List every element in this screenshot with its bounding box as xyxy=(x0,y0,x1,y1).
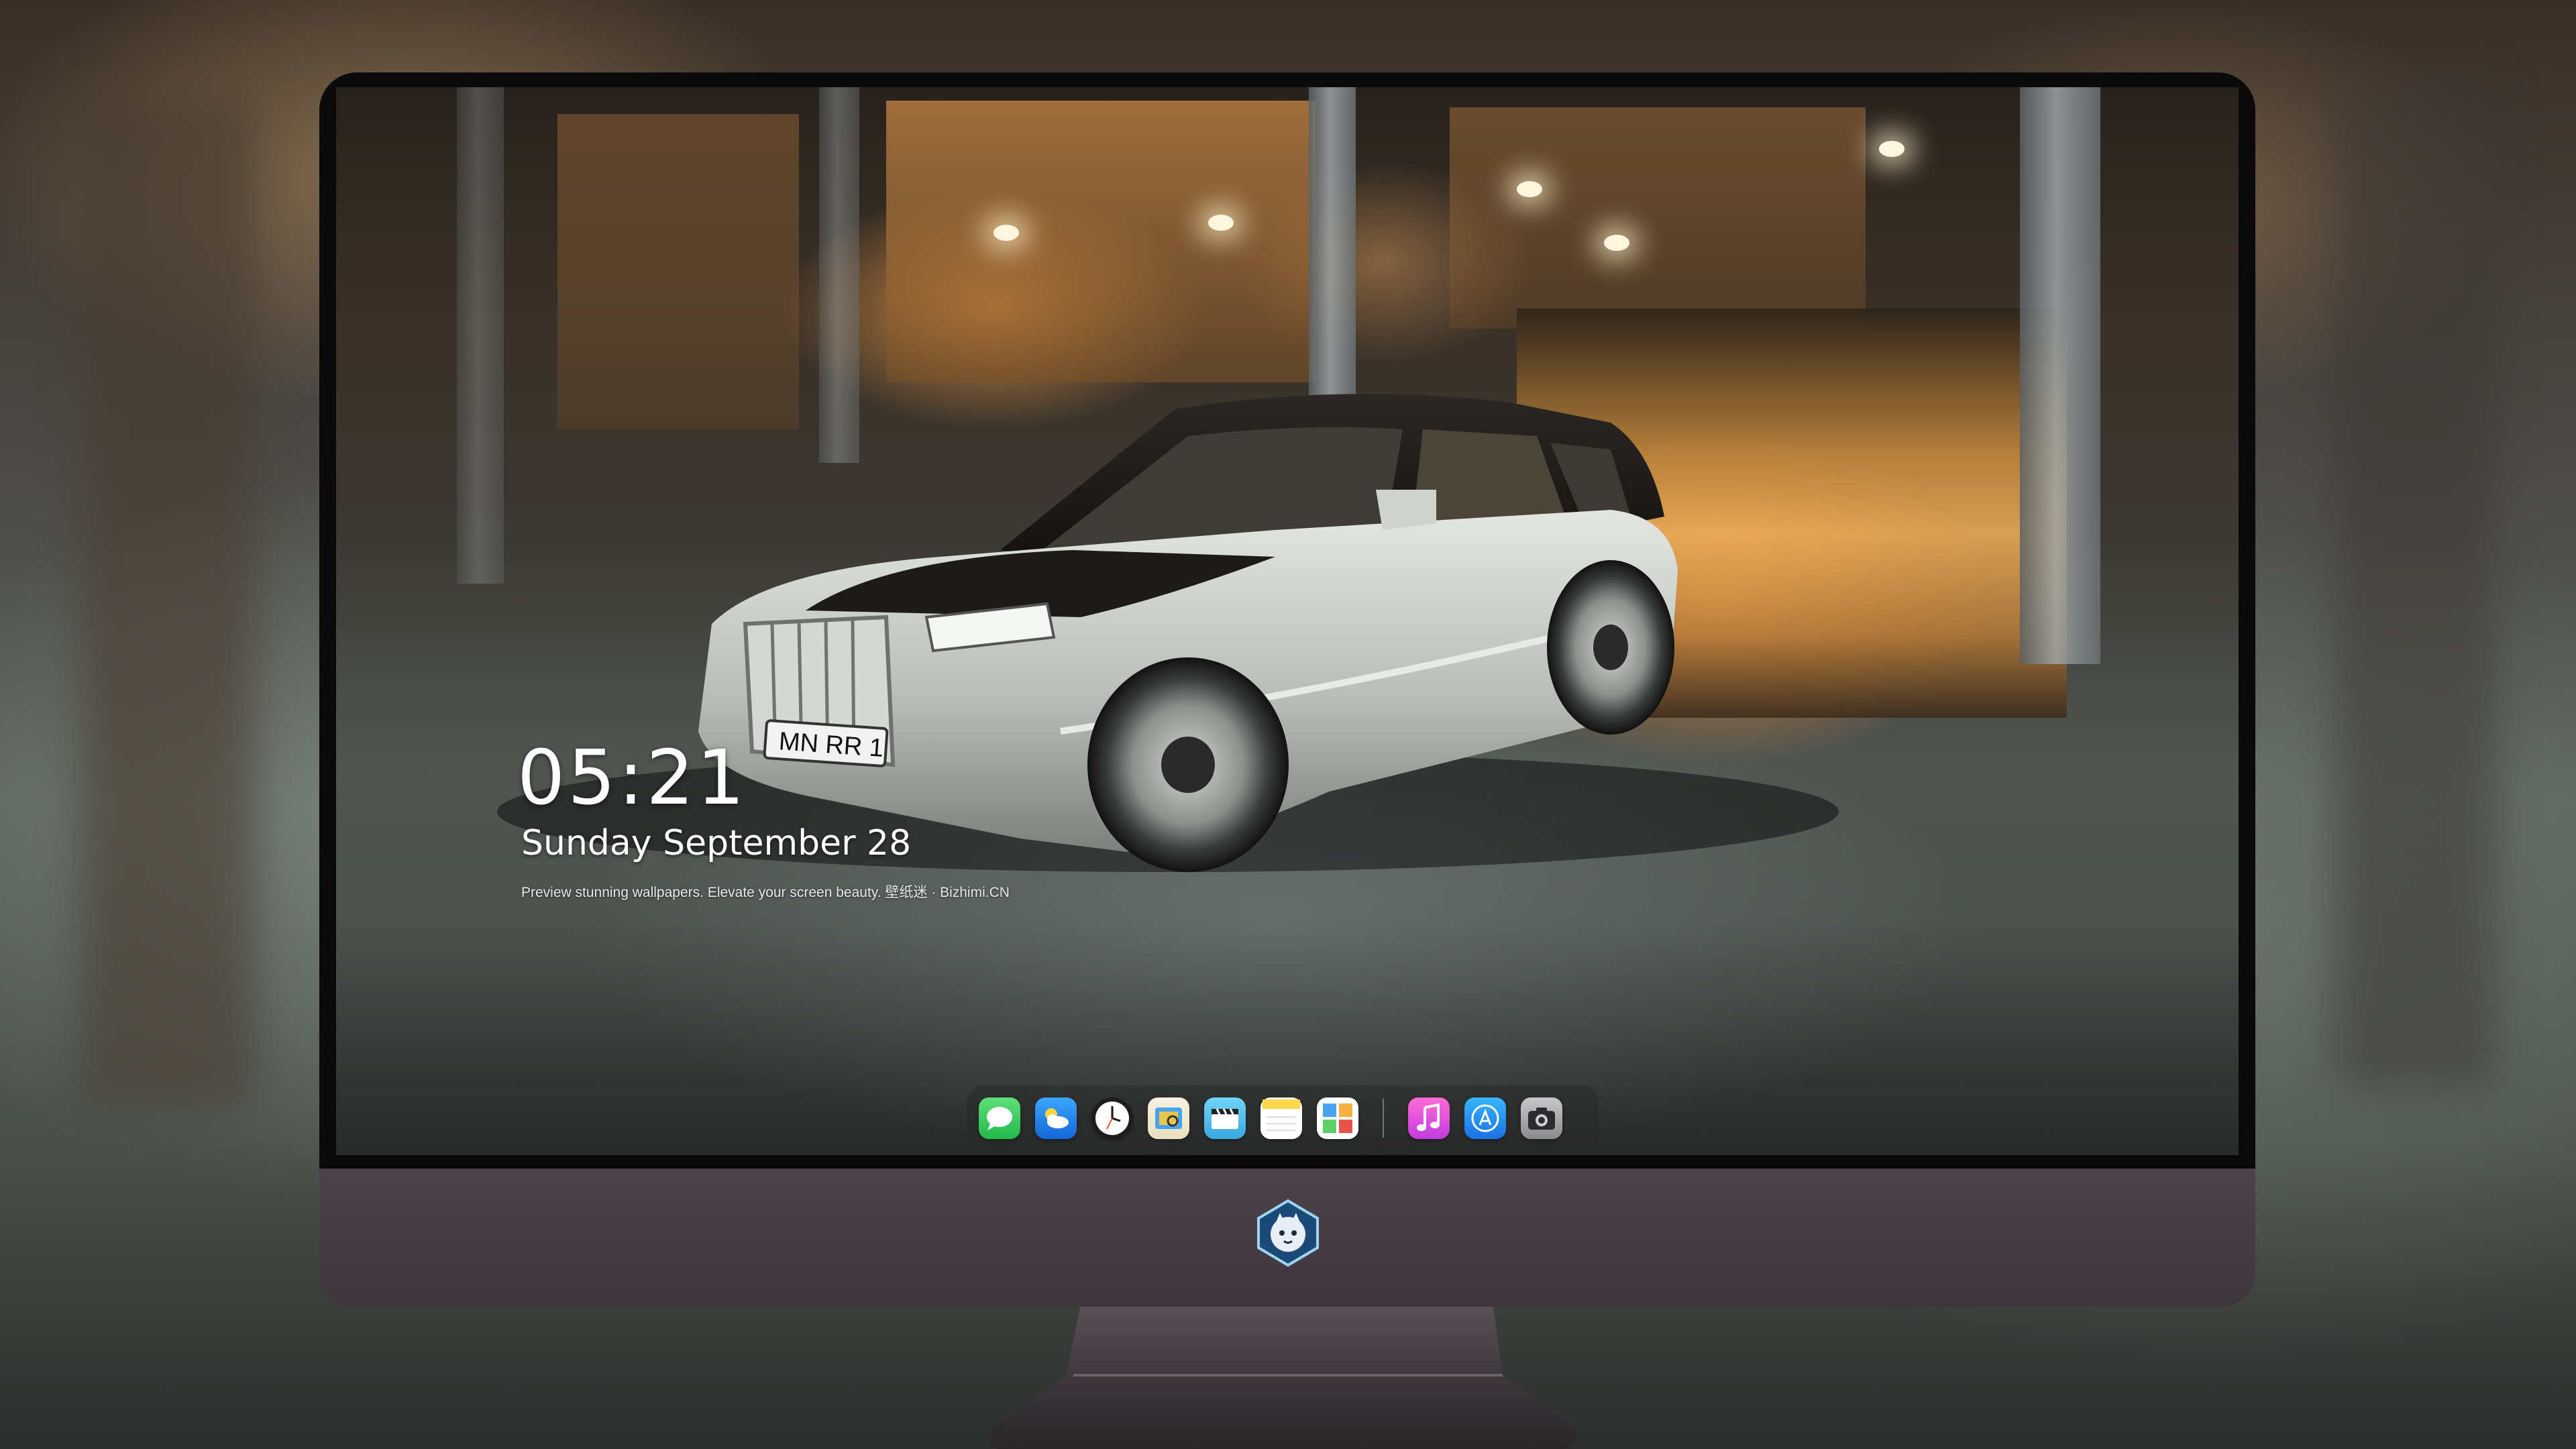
monitor-stand xyxy=(990,1307,1576,1449)
